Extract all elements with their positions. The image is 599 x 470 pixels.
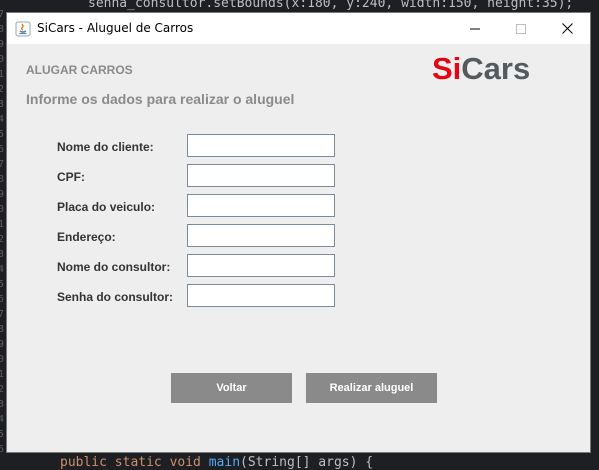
label-client-name: Nome do cliente: [57, 140, 154, 154]
ide-code-keywords: public static void [60, 455, 201, 470]
ide-code-line-bottom: public static void main(String[] args) { [60, 455, 373, 470]
section-title: ALUGAR CARROS [26, 63, 133, 77]
address-input[interactable] [187, 224, 335, 247]
logo-part-cars: Cars [461, 51, 531, 86]
label-address: Endereço: [57, 230, 116, 244]
window-title: SiCars - Aluguel de Carros [37, 21, 194, 35]
sicars-logo: SiCars [432, 51, 530, 87]
back-button[interactable]: Voltar [171, 373, 292, 403]
main-panel: ALUGAR CARROS Informe os dados para real… [7, 44, 590, 452]
label-vehicle-plate: Placa do veiculo: [57, 200, 156, 214]
client-name-input[interactable] [187, 134, 335, 157]
minimize-icon [470, 28, 480, 29]
label-cpf: CPF: [57, 170, 85, 184]
close-button[interactable] [544, 13, 590, 44]
submit-rental-button[interactable]: Realizar aluguel [306, 373, 437, 403]
maximize-button[interactable] [498, 13, 544, 44]
logo-part-si: Si [432, 51, 462, 86]
java-app-icon [15, 21, 31, 37]
close-icon [561, 23, 573, 34]
label-consultant-password: Senha do consultor: [57, 290, 174, 304]
instruction-text: Informe os dados para realizar o aluguel [26, 91, 295, 107]
maximize-icon [516, 23, 526, 34]
label-consultant-name: Nome do consultor: [57, 260, 171, 274]
ide-code-function: main [208, 455, 241, 470]
minimize-button[interactable] [452, 13, 498, 44]
consultant-password-input[interactable] [187, 284, 335, 307]
ide-code-rest: (String[] args) { [240, 455, 374, 470]
cpf-input[interactable] [187, 164, 335, 187]
vehicle-plate-input[interactable] [187, 194, 335, 217]
title-bar[interactable]: SiCars - Aluguel de Carros [7, 13, 590, 44]
ide-code-line-top: senha_consultor.setBounds(x:180, y:240, … [88, 0, 574, 11]
consultant-name-input[interactable] [187, 254, 335, 277]
app-window: SiCars - Aluguel de Carros ALUGAR CARROS… [6, 12, 591, 453]
